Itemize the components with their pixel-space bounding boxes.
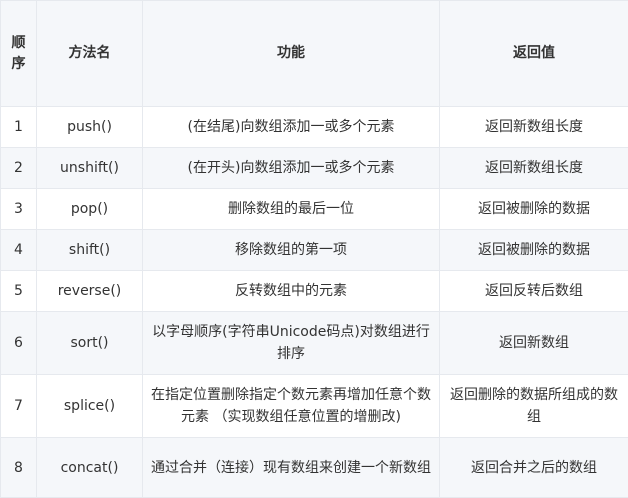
cell-method: concat() <box>36 437 143 498</box>
header-method: 方法名 <box>36 0 143 107</box>
cell-method: reverse() <box>36 270 143 312</box>
cell-returns: 返回新数组长度 <box>439 147 628 189</box>
cell-returns: 返回合并之后的数组 <box>439 437 628 498</box>
cell-function: 以字母顺序(字符串Unicode码点)对数组进行排序 <box>142 311 440 375</box>
cell-function: 移除数组的第一项 <box>142 229 440 271</box>
cell-returns: 返回反转后数组 <box>439 270 628 312</box>
cell-order: 7 <box>0 374 37 438</box>
cell-function: 删除数组的最后一位 <box>142 188 440 230</box>
header-row: 顺序 方法名 功能 返回值 <box>0 0 628 107</box>
table-body: 1 push() (在结尾)向数组添加一或多个元素 返回新数组长度 2 unsh… <box>0 106 628 498</box>
table-row: 7 splice() 在指定位置删除指定个数元素再增加任意个数元素 （实现数组任… <box>0 374 628 438</box>
cell-returns: 返回被删除的数据 <box>439 188 628 230</box>
cell-function: 通过合并（连接）现有数组来创建一个新数组 <box>142 437 440 498</box>
table-row: 8 concat() 通过合并（连接）现有数组来创建一个新数组 返回合并之后的数… <box>0 437 628 498</box>
header-order: 顺序 <box>0 0 37 107</box>
cell-function: 在指定位置删除指定个数元素再增加任意个数元素 （实现数组任意位置的增删改) <box>142 374 440 438</box>
cell-method: splice() <box>36 374 143 438</box>
cell-order: 3 <box>0 188 37 230</box>
table-header: 顺序 方法名 功能 返回值 <box>0 0 628 107</box>
table-row: 5 reverse() 反转数组中的元素 返回反转后数组 <box>0 270 628 312</box>
cell-returns: 返回删除的数据所组成的数组 <box>439 374 628 438</box>
cell-returns: 返回被删除的数据 <box>439 229 628 271</box>
table-row: 3 pop() 删除数组的最后一位 返回被删除的数据 <box>0 188 628 230</box>
header-returns: 返回值 <box>439 0 628 107</box>
cell-order: 6 <box>0 311 37 375</box>
cell-returns: 返回新数组 <box>439 311 628 375</box>
cell-method: shift() <box>36 229 143 271</box>
cell-method: push() <box>36 106 143 148</box>
cell-function: (在开头)向数组添加一或多个元素 <box>142 147 440 189</box>
cell-order: 2 <box>0 147 37 189</box>
cell-method: sort() <box>36 311 143 375</box>
cell-order: 4 <box>0 229 37 271</box>
cell-order: 8 <box>0 437 37 498</box>
cell-method: unshift() <box>36 147 143 189</box>
table-row: 2 unshift() (在开头)向数组添加一或多个元素 返回新数组长度 <box>0 147 628 189</box>
cell-function: (在结尾)向数组添加一或多个元素 <box>142 106 440 148</box>
table-row: 4 shift() 移除数组的第一项 返回被删除的数据 <box>0 229 628 271</box>
array-methods-table: 顺序 方法名 功能 返回值 1 push() (在结尾)向数组添加一或多个元素 … <box>0 0 628 498</box>
header-function: 功能 <box>142 0 440 107</box>
cell-function: 反转数组中的元素 <box>142 270 440 312</box>
table-row: 1 push() (在结尾)向数组添加一或多个元素 返回新数组长度 <box>0 106 628 148</box>
cell-method: pop() <box>36 188 143 230</box>
table-row: 6 sort() 以字母顺序(字符串Unicode码点)对数组进行排序 返回新数… <box>0 311 628 375</box>
cell-returns: 返回新数组长度 <box>439 106 628 148</box>
cell-order: 1 <box>0 106 37 148</box>
cell-order: 5 <box>0 270 37 312</box>
